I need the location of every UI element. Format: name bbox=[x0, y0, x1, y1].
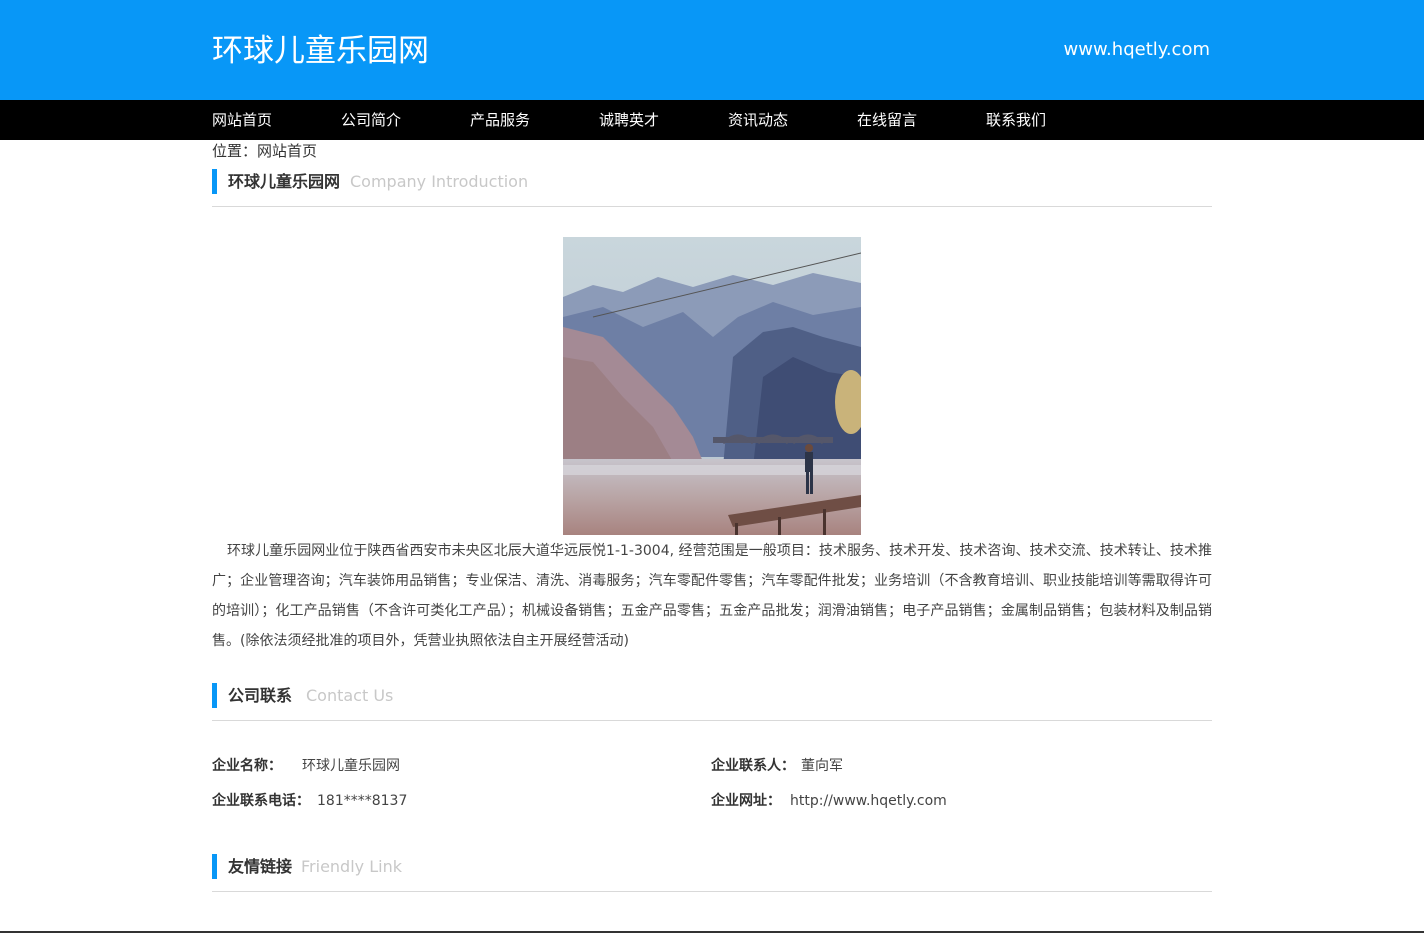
nav-item-contact[interactable]: 联系我们 bbox=[986, 100, 1046, 140]
section-accent-bar bbox=[212, 169, 217, 194]
nav-item-products[interactable]: 产品服务 bbox=[470, 100, 530, 140]
section-contact-title: 公司联系 bbox=[228, 686, 293, 705]
contact-person-value: 董向军 bbox=[801, 758, 843, 774]
company-website-value[interactable]: http://www.hqetly.com bbox=[790, 791, 947, 811]
section-accent-bar bbox=[212, 854, 217, 879]
section-intro-title: 环球儿童乐园网 bbox=[228, 172, 341, 191]
company-website-label: 企业网址： bbox=[711, 793, 781, 809]
company-intro-text: 环球儿童乐园网业位于陕西省西安市未央区北辰大道华远辰悦1-1-3004, 经营范… bbox=[212, 543, 1212, 649]
nav-item-news[interactable]: 资讯动态 bbox=[728, 100, 788, 140]
site-domain[interactable]: www.hqetly.com bbox=[1064, 38, 1210, 62]
nav-item-jobs[interactable]: 诚聘英才 bbox=[599, 100, 659, 140]
site-title[interactable]: 环球儿童乐园网 bbox=[212, 31, 429, 71]
section-intro-header: 环球儿童乐园网 Company Introduction bbox=[212, 169, 1212, 207]
section-accent-bar bbox=[212, 683, 217, 708]
contact-phone-label: 企业联系电话： bbox=[212, 793, 310, 809]
nav-item-message[interactable]: 在线留言 bbox=[857, 100, 917, 140]
section-links-subtitle: Friendly Link bbox=[301, 857, 402, 876]
section-contact-header: 公司联系 Contact Us bbox=[212, 683, 1212, 721]
section-links-header: 友情链接 Friendly Link bbox=[212, 854, 1212, 892]
company-name-value: 环球儿童乐园网 bbox=[302, 758, 400, 774]
section-links-title: 友情链接 bbox=[228, 857, 293, 876]
nav-item-home[interactable]: 网站首页 bbox=[212, 100, 272, 140]
company-name-label: 企业名称： bbox=[212, 758, 282, 774]
contact-person-label: 企业联系人： bbox=[711, 758, 795, 774]
section-contact-subtitle: Contact Us bbox=[306, 686, 394, 705]
main-nav: 网站首页 公司简介 产品服务 诚聘英才 资讯动态 在线留言 联系我们 bbox=[0, 100, 1424, 140]
contact-phone-value: 181****8137 bbox=[317, 793, 408, 809]
nav-item-about[interactable]: 公司简介 bbox=[341, 100, 401, 140]
company-photo bbox=[563, 237, 861, 535]
site-header: 环球儿童乐园网 www.hqetly.com bbox=[0, 0, 1424, 100]
section-intro-subtitle: Company Introduction bbox=[350, 172, 529, 191]
breadcrumb: 位置：网站首页 bbox=[212, 142, 318, 160]
